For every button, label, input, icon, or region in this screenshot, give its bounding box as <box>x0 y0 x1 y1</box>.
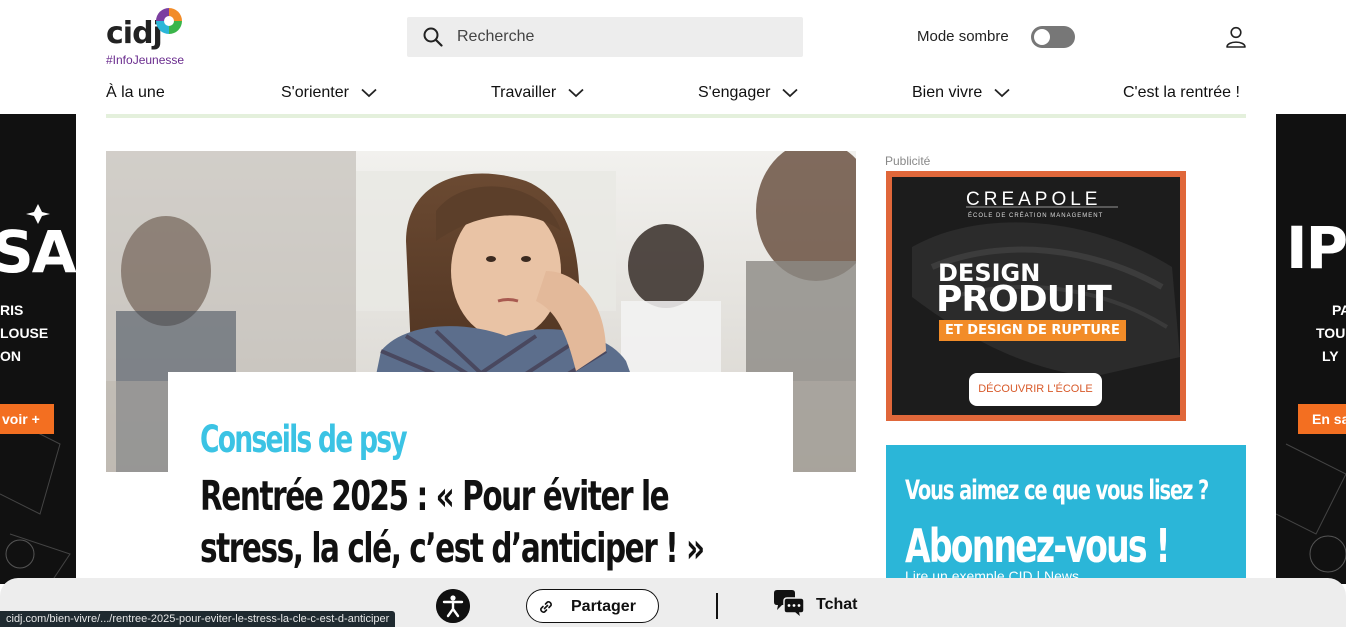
share-button[interactable]: Partager <box>526 589 659 623</box>
nav-item-s-orienter[interactable]: S'orienter <box>281 84 377 102</box>
side-ad-right-line: PA <box>1332 302 1346 318</box>
side-ad-right-button[interactable]: En sa <box>1298 404 1346 434</box>
side-ad-right[interactable]: IPS PA TOU LY En sa <box>1276 114 1346 584</box>
ad-brand: CREAPOLE <box>966 189 1102 210</box>
nav-label: Bien vivre <box>912 84 983 101</box>
dark-mode-label: Mode sombre <box>917 28 1009 45</box>
nav-label: S'engager <box>698 84 771 101</box>
nav-item-a-la-une[interactable]: À la une <box>106 84 165 102</box>
nav-item-travailler[interactable]: Travailler <box>491 84 584 102</box>
share-label: Partager <box>571 598 636 615</box>
dark-mode-toggle[interactable] <box>1031 26 1075 48</box>
chevron-down-icon <box>782 88 799 98</box>
nav-label: Travailler <box>491 84 557 101</box>
chevron-down-icon <box>361 88 377 98</box>
site-logo[interactable]: cidj #InfoJeunesse <box>106 8 196 70</box>
ad-discover-button[interactable]: DÉCOUVRIR L'ÉCOLE <box>969 373 1102 406</box>
side-ad-left-line: LOUSE <box>0 325 49 341</box>
nav-label: À la une <box>106 84 165 101</box>
chevron-down-icon <box>568 88 584 98</box>
logo-color-wheel-icon <box>156 8 182 34</box>
side-ad-left-line: RIS <box>0 302 24 318</box>
bottom-bar-divider <box>716 593 718 619</box>
ad-headline-produit: PRODUIT <box>936 279 1112 320</box>
top-separator-bar <box>106 114 1246 118</box>
article-category[interactable]: Conseils de psy <box>200 418 408 461</box>
side-ad-left[interactable]: SA RIS LOUSE ON voir + <box>0 114 76 584</box>
accessibility-icon[interactable] <box>436 589 470 623</box>
subscribe-question: Vous aimez ce que vous lisez ? <box>905 475 1209 506</box>
side-ad-left-logo: SA <box>0 218 76 286</box>
subscribe-cta[interactable]: Abonnez-vous ! <box>905 519 1171 573</box>
article-card[interactable]: Conseils de psy Rentrée 2025 : « Pour év… <box>168 372 793 592</box>
logo-wordmark: cidj <box>106 16 163 51</box>
chat-bubbles-icon[interactable] <box>772 589 806 619</box>
subscribe-box[interactable]: Vous aimez ce que vous lisez ? Abonnez-v… <box>886 445 1246 585</box>
logo-tagline: #InfoJeunesse <box>106 53 185 67</box>
advertising-label: Publicité <box>885 154 931 168</box>
side-ad-left-button[interactable]: voir + <box>0 404 54 434</box>
link-icon <box>540 601 552 613</box>
chat-label[interactable]: Tchat <box>816 596 857 614</box>
nav-item-s-engager[interactable]: S'engager <box>698 84 799 102</box>
side-ad-right-line: LY <box>1322 348 1339 364</box>
search-icon[interactable] <box>423 27 443 47</box>
search-bar[interactable] <box>407 17 803 57</box>
ad-inner: CREAPOLE ÉCOLE DE CRÉATION MANAGEMENT DE… <box>892 177 1180 415</box>
side-ad-right-line: TOU <box>1316 325 1346 341</box>
side-ad-right-logo: IPS <box>1286 214 1346 282</box>
site-header: cidj #InfoJeunesse Mode sombre À la une … <box>0 0 1346 114</box>
nav-item-bien-vivre[interactable]: Bien vivre <box>912 84 1010 102</box>
article-title[interactable]: Rentrée 2025 : « Pour éviter le stress, … <box>200 470 762 574</box>
main-nav: À la une S'orienter Travailler S'engager… <box>106 84 1246 106</box>
nav-label: C'est la rentrée ! <box>1123 84 1240 101</box>
toggle-knob <box>1034 29 1050 45</box>
nav-label: S'orienter <box>281 84 349 101</box>
ad-headline-rupture: ET DESIGN DE RUPTURE <box>939 320 1126 341</box>
side-ad-left-line: ON <box>0 348 21 364</box>
status-url-bar: cidj.com/bien-vivre/.../rentree-2025-pou… <box>0 611 396 627</box>
creapole-ad-banner[interactable]: CREAPOLE ÉCOLE DE CRÉATION MANAGEMENT DE… <box>886 171 1186 421</box>
search-input[interactable] <box>457 17 787 57</box>
ad-brand-subtitle: ÉCOLE DE CRÉATION MANAGEMENT <box>968 213 1104 219</box>
nav-item-rentree[interactable]: C'est la rentrée ! <box>1123 84 1240 102</box>
chevron-down-icon <box>994 88 1010 98</box>
user-account-icon[interactable] <box>1224 25 1248 49</box>
page: cidj #InfoJeunesse Mode sombre À la une … <box>0 0 1346 627</box>
